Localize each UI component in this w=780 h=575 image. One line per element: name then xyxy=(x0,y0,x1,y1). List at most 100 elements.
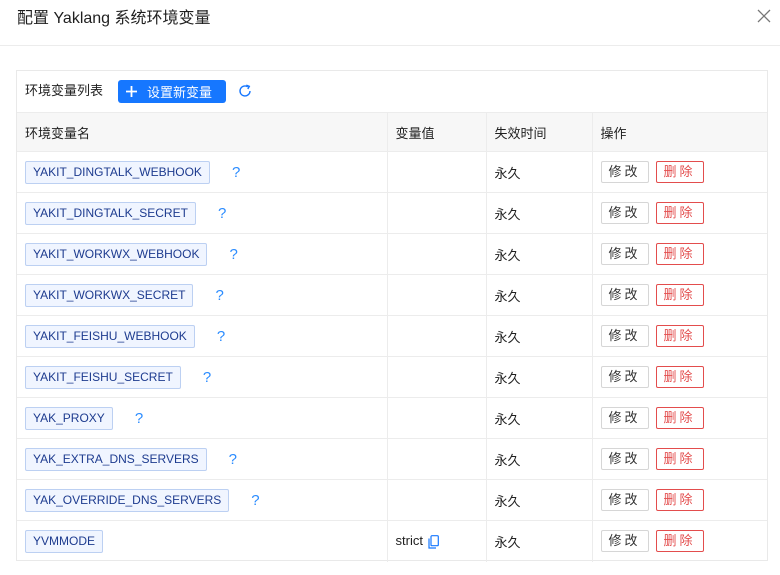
delete-button[interactable]: 删除 xyxy=(655,366,704,388)
refresh-icon[interactable] xyxy=(237,83,253,99)
help-question-icon[interactable]: ? xyxy=(218,205,226,222)
cell-expire: 永久 xyxy=(486,274,593,316)
edit-button[interactable]: 修改 xyxy=(600,243,649,265)
delete-button[interactable]: 删除 xyxy=(655,530,704,553)
delete-button[interactable]: 删除 xyxy=(655,448,704,470)
cell-actions: 修改 删除 xyxy=(592,274,767,316)
edit-button[interactable]: 修改 xyxy=(600,407,649,429)
column-header-value: 变量值 xyxy=(387,112,487,152)
cell-actions: 修改 删除 xyxy=(592,397,767,439)
column-header-actions: 操作 xyxy=(592,112,767,152)
variable-name-tag: YAKIT_DINGTALK_WEBHOOK xyxy=(25,160,210,184)
cell-name: YAK_EXTRA_DNS_SERVERS? xyxy=(17,438,388,480)
table-row: YAK_PROXY? 永久 修改 删除 xyxy=(17,397,767,439)
cell-name: YAK_OVERRIDE_DNS_SERVERS? xyxy=(17,479,388,521)
delete-button[interactable]: 删除 xyxy=(655,243,704,265)
cell-actions: 修改 删除 xyxy=(592,315,767,357)
cell-value xyxy=(387,356,487,398)
table-row: YAKIT_FEISHU_WEBHOOK? 永久 修改 删除 xyxy=(17,315,767,357)
variable-name-tag: YVMMODE xyxy=(25,529,104,553)
help-question-icon[interactable]: ? xyxy=(229,246,237,263)
variable-name-tag: YAKIT_DINGTALK_SECRET xyxy=(25,201,196,225)
cell-expire: 永久 xyxy=(486,397,593,439)
expire-time: 永久 xyxy=(494,452,521,468)
cell-name: YAKIT_FEISHU_SECRET? xyxy=(17,356,388,398)
toolbar: 环境变量列表 设置新变量 xyxy=(17,71,767,112)
cell-value xyxy=(387,438,487,480)
help-question-icon[interactable]: ? xyxy=(232,164,240,181)
toolbar-label: 环境变量列表 xyxy=(25,83,104,98)
cell-actions: 修改 删除 xyxy=(592,192,767,234)
edit-button[interactable]: 修改 xyxy=(600,202,649,224)
cell-actions: 修改 删除 xyxy=(592,520,767,562)
variable-name-tag: YAKIT_FEISHU_WEBHOOK xyxy=(25,324,195,348)
cell-value xyxy=(387,274,487,316)
edit-button[interactable]: 修改 xyxy=(600,284,649,306)
cell-value xyxy=(387,315,487,357)
cell-expire: 永久 xyxy=(486,233,593,275)
cell-value xyxy=(387,192,487,234)
table-row: YAKIT_WORKWX_SECRET? 永久 修改 删除 xyxy=(17,274,767,316)
cell-value xyxy=(387,151,487,193)
expire-time: 永久 xyxy=(494,370,521,386)
variable-name-tag: YAK_EXTRA_DNS_SERVERS xyxy=(25,447,207,471)
edit-button[interactable]: 修改 xyxy=(600,448,649,470)
copy-icon[interactable] xyxy=(428,535,439,549)
help-question-icon[interactable]: ? xyxy=(135,410,143,427)
cell-name: YAKIT_FEISHU_WEBHOOK? xyxy=(17,315,388,357)
plus-icon xyxy=(126,86,137,97)
modal-header: 配置 Yaklang 系统环境变量 xyxy=(0,0,780,46)
cell-expire: 永久 xyxy=(486,192,593,234)
cell-actions: 修改 删除 xyxy=(592,356,767,398)
edit-button[interactable]: 修改 xyxy=(600,366,649,388)
delete-button[interactable]: 删除 xyxy=(655,284,704,306)
help-question-icon[interactable]: ? xyxy=(229,451,237,468)
cell-actions: 修改 删除 xyxy=(592,479,767,521)
delete-button[interactable]: 删除 xyxy=(655,202,704,224)
add-variable-label: 设置新变量 xyxy=(147,85,213,100)
cell-expire: 永久 xyxy=(486,315,593,357)
cell-expire: 永久 xyxy=(486,356,593,398)
delete-button[interactable]: 删除 xyxy=(655,489,704,511)
table-row: YAK_EXTRA_DNS_SERVERS? 永久 修改 删除 xyxy=(17,438,767,480)
delete-button[interactable]: 删除 xyxy=(655,325,704,347)
expire-time: 永久 xyxy=(494,247,521,263)
cell-actions: 修改 删除 xyxy=(592,233,767,275)
edit-button[interactable]: 修改 xyxy=(600,530,649,553)
expire-time: 永久 xyxy=(494,329,521,345)
help-question-icon[interactable]: ? xyxy=(217,328,225,345)
env-variables-table: 环境变量名 变量值 失效时间 操作 YAKIT_DINGTALK_WEBHOOK… xyxy=(17,112,767,562)
cell-value: strict xyxy=(387,520,487,562)
add-variable-button[interactable]: 设置新变量 xyxy=(118,80,226,103)
help-question-icon[interactable]: ? xyxy=(215,287,223,304)
variable-name-tag: YAK_PROXY xyxy=(25,406,113,430)
table-row: YAKIT_DINGTALK_SECRET? 永久 修改 删除 xyxy=(17,192,767,234)
cell-name: YAKIT_DINGTALK_WEBHOOK? xyxy=(17,151,388,193)
help-question-icon[interactable]: ? xyxy=(203,369,211,386)
cell-name: YAKIT_WORKWX_SECRET? xyxy=(17,274,388,316)
cell-name: YAK_PROXY? xyxy=(17,397,388,439)
variable-name-tag: YAKIT_FEISHU_SECRET xyxy=(25,365,181,389)
table-row: YAKIT_DINGTALK_WEBHOOK? 永久 修改 删除 xyxy=(17,151,767,193)
cell-name: YVMMODE xyxy=(17,520,388,562)
expire-time: 永久 xyxy=(494,493,521,509)
edit-button[interactable]: 修改 xyxy=(600,161,649,183)
edit-button[interactable]: 修改 xyxy=(600,489,649,511)
cell-expire: 永久 xyxy=(486,151,593,193)
table-header-row: 环境变量名 变量值 失效时间 操作 xyxy=(17,112,767,152)
table-row: YAKIT_FEISHU_SECRET? 永久 修改 删除 xyxy=(17,356,767,398)
expire-time: 永久 xyxy=(494,165,521,181)
cell-expire: 永久 xyxy=(486,520,593,562)
cell-name: YAKIT_DINGTALK_SECRET? xyxy=(17,192,388,234)
column-header-name: 环境变量名 xyxy=(17,112,388,152)
help-question-icon[interactable]: ? xyxy=(251,492,259,509)
close-icon[interactable] xyxy=(754,6,774,26)
cell-expire: 永久 xyxy=(486,438,593,480)
table-row: YVMMODE strict 永久 修改 删除 xyxy=(17,520,767,562)
table-row: YAK_OVERRIDE_DNS_SERVERS? 永久 修改 删除 xyxy=(17,479,767,521)
expire-time: 永久 xyxy=(494,534,521,550)
delete-button[interactable]: 删除 xyxy=(655,407,704,429)
delete-button[interactable]: 删除 xyxy=(655,161,704,183)
edit-button[interactable]: 修改 xyxy=(600,325,649,347)
cell-name: YAKIT_WORKWX_WEBHOOK? xyxy=(17,233,388,275)
